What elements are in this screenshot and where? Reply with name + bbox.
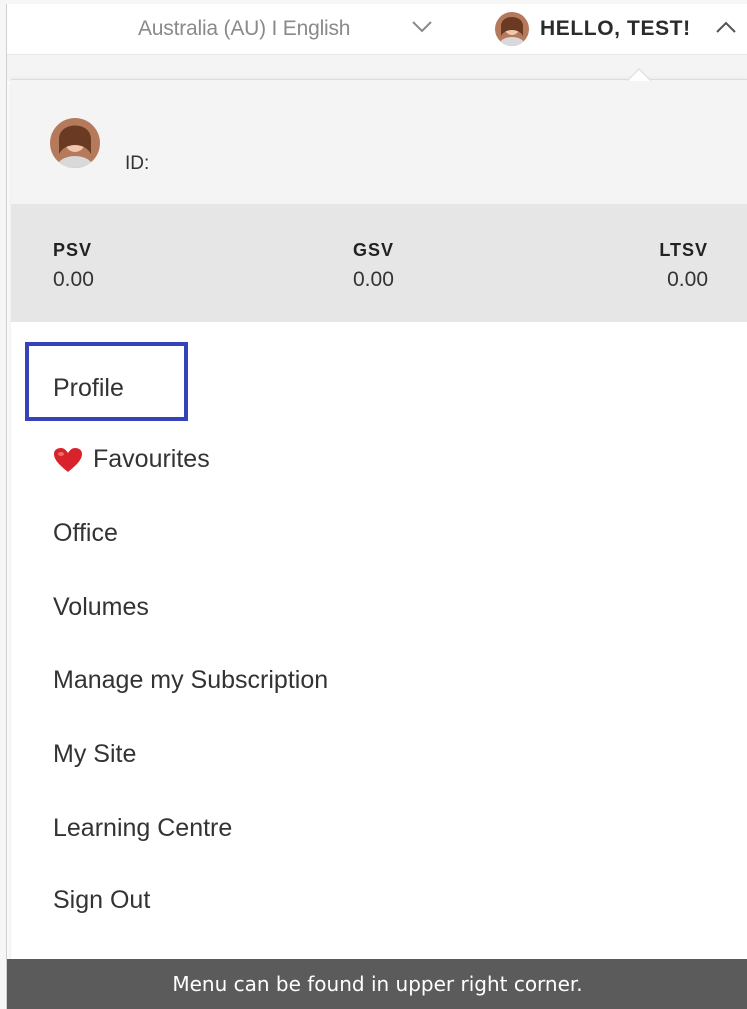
caption-text: Menu can be found in upper right corner. [172,972,583,996]
profile-summary: ID: [11,80,747,204]
stat-value: 0.00 [667,268,708,291]
greeting-menu-toggle[interactable]: HELLO, TEST! [540,17,691,41]
stat-label: LTSV [659,240,708,260]
chevron-up-icon[interactable] [715,20,737,34]
account-dropdown-menu: ID: PSV 0.00 GSV 0.00 LTSV 0.00 Profile [11,79,747,960]
top-header: Australia (AU) I English HELLO, TEST! [7,4,747,54]
dropdown-caret [627,68,651,81]
member-id-label: ID: [125,153,150,174]
menu-item-my-site[interactable]: My Site [53,740,136,769]
stat-value: 0.00 [53,268,94,291]
caption-bar: Menu can be found in upper right corner. [7,959,747,1009]
stat-label: PSV [53,240,93,260]
stat-ltsv: LTSV 0.00 [659,240,708,292]
highlight-annotation-box [25,342,188,421]
stat-psv: PSV 0.00 [53,240,94,292]
menu-item-label: Favourites [93,445,210,473]
menu-item-manage-subscription[interactable]: Manage my Subscription [53,666,328,695]
stat-value: 0.00 [353,268,394,291]
region-language-selector[interactable]: Australia (AU) I English [138,17,350,41]
menu-item-learning-centre[interactable]: Learning Centre [53,814,232,843]
menu-item-favourites[interactable]: Favourites [53,445,210,474]
volume-stats: PSV 0.00 GSV 0.00 LTSV 0.00 [11,204,747,322]
menu-item-volumes[interactable]: Volumes [53,593,149,622]
menu-item-office[interactable]: Office [53,519,118,548]
app-frame: Australia (AU) I English HELLO, TEST! ID… [6,4,747,1009]
stat-label: GSV [353,240,395,260]
avatar[interactable] [495,12,529,46]
stat-gsv: GSV 0.00 [353,240,394,292]
menu-item-sign-out[interactable]: Sign Out [53,886,150,915]
heart-icon [54,447,82,472]
chevron-down-icon[interactable] [411,20,433,34]
profile-avatar [50,118,100,168]
